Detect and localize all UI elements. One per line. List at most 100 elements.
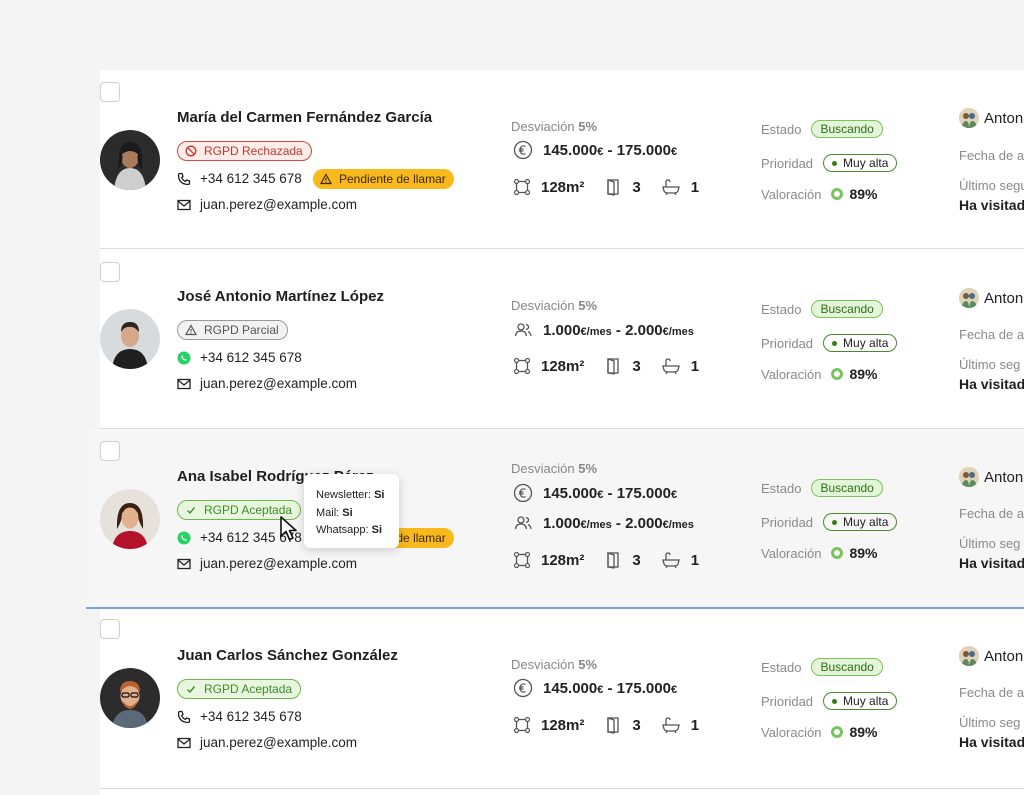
deviation: Desviación 5% xyxy=(511,657,597,672)
area-icon xyxy=(513,178,531,196)
deviation-value: 5% xyxy=(578,119,598,134)
estado-field: Estado Buscando xyxy=(761,120,883,138)
prioridad-field: Prioridad Muy alta xyxy=(761,334,898,352)
valoracion-field: Valoración 89% xyxy=(761,366,878,382)
estado-label: Estado xyxy=(761,659,802,675)
agent-name: Anton xyxy=(984,289,1024,307)
tooltip-whatsapp-label: Whatsapp: xyxy=(316,524,369,536)
tooltip-whatsapp-value: Si xyxy=(371,524,383,536)
rgpd-status-badge[interactable]: RGPD Parcial xyxy=(177,320,288,340)
baths-value: 1 xyxy=(690,178,700,196)
lead-row-selected[interactable]: Ana Isabel Rodríguez Pérez RGPD Aceptada… xyxy=(86,429,1024,609)
fecha-label: Fecha de a xyxy=(959,148,1024,163)
email-line: juan.perez@example.com xyxy=(177,197,357,212)
price-from: 145.000 xyxy=(543,679,598,697)
bathtub-icon xyxy=(661,551,681,569)
door-icon xyxy=(604,357,622,375)
estado-pill[interactable]: Buscando xyxy=(811,300,883,318)
deviation: Desviación 5% xyxy=(511,298,597,313)
priority-dot xyxy=(832,698,838,704)
valoracion-label: Valoración xyxy=(761,186,822,202)
rooms-value: 3 xyxy=(632,551,641,569)
phone-number[interactable]: +34 612 345 678 xyxy=(200,171,302,186)
people-icon xyxy=(513,320,533,340)
avatar xyxy=(100,130,160,190)
email-address[interactable]: juan.perez@example.com xyxy=(200,735,357,750)
phone-number[interactable]: +34 612 345 678 xyxy=(200,350,302,365)
estado-pill[interactable]: Buscando xyxy=(811,479,883,497)
pending-call-badge[interactable]: Pendiente de llamar xyxy=(313,169,454,189)
prioridad-pill[interactable]: Muy alta xyxy=(823,334,898,352)
deviation-label: Desviación xyxy=(511,119,575,134)
email-line: juan.perez@example.com xyxy=(177,735,357,750)
lead-name[interactable]: José Antonio Martínez López xyxy=(177,288,384,305)
price-from: 145.000 xyxy=(543,484,598,502)
tooltip-whatsapp: Whatsapp: Si xyxy=(316,522,399,540)
tooltip-newsletter-label: Newsletter: xyxy=(316,489,372,501)
rgpd-status-badge[interactable]: RGPD Aceptada xyxy=(177,679,302,699)
agent[interactable]: Anton xyxy=(959,467,1023,487)
mail-icon xyxy=(177,198,191,212)
email-address[interactable]: juan.perez@example.com xyxy=(200,556,357,571)
lead-row[interactable]: Juan Carlos Sánchez González RGPD Acepta… xyxy=(100,609,1024,789)
prioridad-value: Muy alta xyxy=(843,515,889,529)
phone-number[interactable]: +34 612 345 678 xyxy=(200,709,302,724)
prioridad-pill[interactable]: Muy alta xyxy=(823,692,898,710)
ultimo-seguimiento-label: Último seg xyxy=(959,536,1021,551)
agent[interactable]: Anton xyxy=(959,108,1023,128)
phone-line: +34 612 345 678 xyxy=(177,171,302,186)
email-address[interactable]: juan.perez@example.com xyxy=(200,197,357,212)
leads-list: María del Carmen Fernández García RGPD R… xyxy=(86,70,1024,795)
ultimo-seguimiento-value: Ha visitad xyxy=(959,555,1024,571)
currency: € xyxy=(670,683,678,696)
valoracion-field: Valoración 89% xyxy=(761,186,878,202)
prioridad-field: Prioridad Muy alta xyxy=(761,692,898,710)
currency: € xyxy=(597,683,604,696)
rent-to: 2.000 xyxy=(625,321,663,339)
estado-pill[interactable]: Buscando xyxy=(811,120,883,138)
prioridad-label: Prioridad xyxy=(761,693,814,709)
avatar xyxy=(100,489,160,549)
valoracion-field: Valoración 89% xyxy=(761,724,878,740)
lead-row[interactable]: María del Carmen Fernández García RGPD R… xyxy=(100,70,1024,249)
agent[interactable]: Anton xyxy=(959,288,1023,308)
row-checkbox[interactable] xyxy=(100,619,120,639)
row-checkbox[interactable] xyxy=(100,262,120,282)
prioridad-pill[interactable]: Muy alta xyxy=(823,154,898,172)
valoracion-label: Valoración xyxy=(761,724,822,740)
lead-row[interactable]: José Antonio Martínez López RGPD Parcial… xyxy=(100,250,1024,429)
mail-icon xyxy=(177,557,191,571)
estado-field: Estado Buscando xyxy=(761,300,883,318)
baths-value: 1 xyxy=(690,716,700,734)
lead-name[interactable]: Juan Carlos Sánchez González xyxy=(177,647,398,664)
priority-dot xyxy=(832,160,838,166)
price-to: 175.000 xyxy=(616,679,671,697)
area-icon xyxy=(513,551,531,569)
estado-label: Estado xyxy=(761,301,802,317)
prioridad-pill[interactable]: Muy alta xyxy=(823,513,898,531)
mouse-cursor-icon xyxy=(279,516,301,547)
email-address[interactable]: juan.perez@example.com xyxy=(200,376,357,391)
ultimo-seguimiento-label: Último segu xyxy=(959,178,1024,193)
agent[interactable]: Anton xyxy=(959,646,1023,666)
row-checkbox[interactable] xyxy=(100,82,120,102)
prioridad-value: Muy alta xyxy=(843,336,889,350)
estado-pill[interactable]: Buscando xyxy=(811,658,883,676)
price-range: 145.000€ - 175.000€ xyxy=(513,483,677,503)
valoracion-value: 89% xyxy=(849,186,878,202)
prioridad-label: Prioridad xyxy=(761,335,814,351)
lead-name[interactable]: María del Carmen Fernández García xyxy=(177,109,432,126)
door-icon xyxy=(604,178,622,196)
phone-icon xyxy=(177,172,191,186)
valoracion-value: 89% xyxy=(849,545,878,561)
phone-icon xyxy=(177,710,191,724)
priority-dot xyxy=(832,519,838,525)
rent-unit: €/mes xyxy=(662,325,694,338)
row-checkbox[interactable] xyxy=(100,441,120,461)
prioridad-value: Muy alta xyxy=(843,156,889,170)
currency: € xyxy=(670,145,678,158)
rgpd-status-badge[interactable]: RGPD Rechazada xyxy=(177,141,312,161)
rgpd-consent-tooltip: Newsletter: Si Mail: Si Whatsapp: Si xyxy=(304,474,399,548)
mail-icon xyxy=(177,736,191,750)
ultimo-seguimiento-label: Último seg xyxy=(959,715,1021,730)
